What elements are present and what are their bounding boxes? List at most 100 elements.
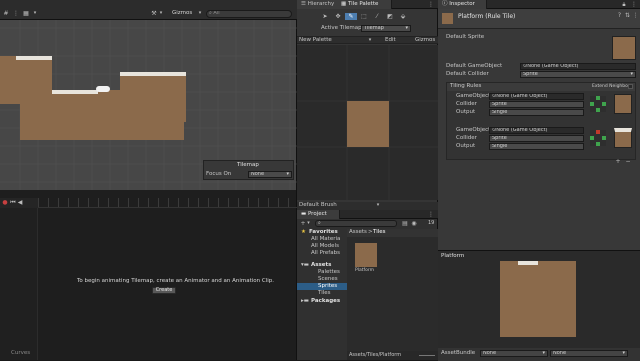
inspector-tab-bar: ⓘ Inspector 🔒︎ ⋮ xyxy=(438,0,640,9)
default-sprite-field[interactable] xyxy=(612,36,636,60)
active-tilemap-dropdown[interactable]: Tilemap ▾ xyxy=(361,25,411,32)
project-toolbar: + ▾ ⌕ ▤ ◉ 19 xyxy=(297,220,438,228)
rule-output-dropdown[interactable]: Single xyxy=(489,109,584,116)
rule-sprite-field[interactable] xyxy=(614,128,632,148)
chevron-down-icon[interactable]: ▾ xyxy=(367,37,373,44)
tab-tile-palette[interactable]: ▦ Tile Palette xyxy=(337,0,392,9)
rule-gameobject-field[interactable]: ⊙None (Game Object) xyxy=(489,93,584,100)
tree-packages[interactable]: Packages xyxy=(311,298,340,305)
eye-icon[interactable]: ◉ xyxy=(410,220,418,227)
tree-folder-scenes[interactable]: Scenes xyxy=(318,276,338,283)
palette-gizmos-button[interactable]: Gizmos xyxy=(415,37,435,44)
tree-favorite-item[interactable]: All Prefabs xyxy=(311,250,340,257)
tree-favorite-item[interactable]: All Models xyxy=(311,243,339,250)
tree-favorites[interactable]: Favorites xyxy=(309,229,338,236)
animation-left-pane xyxy=(0,208,38,360)
brush-tool-icon[interactable]: ✎ xyxy=(345,13,357,20)
search-icon: ⌕ xyxy=(318,220,321,226)
gizmos-button[interactable]: Gizmos xyxy=(172,10,192,17)
record-icon[interactable]: ● xyxy=(2,199,8,206)
scene-view[interactable]: # ⋮ ▦ ▾ ⚒ ▾ Gizmos ▾ ⌕ All Tilemap Focus… xyxy=(0,0,297,190)
snap-icon[interactable]: ⋮ xyxy=(12,10,20,17)
eraser-tool-icon[interactable]: ◩ xyxy=(384,13,396,20)
rule-neighbor-grid[interactable] xyxy=(590,130,606,146)
chevron-down-icon: ▾ xyxy=(542,350,545,356)
tab-inspector[interactable]: ⓘ Inspector xyxy=(438,0,487,9)
default-gameobject-field[interactable]: ⊙None (Game Object) xyxy=(520,63,636,70)
lock-icon[interactable]: 🔒︎ xyxy=(620,1,628,8)
project-tree: ★ Favorites All Materia All Models All P… xyxy=(297,229,347,351)
platform-right-upper xyxy=(120,72,186,122)
rule-sprite-field[interactable] xyxy=(614,94,632,114)
rule-output-dropdown[interactable]: Single xyxy=(489,143,584,150)
cross-up-icon xyxy=(596,130,600,134)
tree-favorite-item[interactable]: All Materia xyxy=(311,236,340,243)
rule-collider-dropdown[interactable]: Sprite xyxy=(489,101,584,108)
default-collider-label: Default Collider xyxy=(446,71,489,77)
tiling-rules-box: Tiling Rules Extend Neighbor GameObject … xyxy=(446,82,636,160)
picker-tool-icon[interactable]: ⁄ xyxy=(371,13,383,20)
focus-on-dropdown[interactable]: None ▾ xyxy=(248,171,292,178)
box-fill-tool-icon[interactable]: ⬚ xyxy=(358,13,370,20)
tree-assets[interactable]: Assets xyxy=(311,262,331,269)
brush-dropdown[interactable]: Default Brush xyxy=(299,202,337,209)
grid-toggle-icon[interactable]: # xyxy=(2,10,10,17)
assetbundle-dropdown[interactable]: None ▾ xyxy=(480,350,548,357)
project-search-input[interactable]: ⌕ xyxy=(315,220,397,227)
chevron-down-icon[interactable]: ▾ xyxy=(31,10,39,17)
platform-left-upper xyxy=(0,56,52,90)
add-rule-icon[interactable]: + xyxy=(614,158,622,165)
rule-neighbor-grid[interactable] xyxy=(590,96,606,112)
rule-collider-label: Collider xyxy=(456,135,477,141)
tiling-rules-title: Tiling Rules xyxy=(450,83,482,89)
chevron-down-icon: ▾ xyxy=(630,71,633,77)
curves-tab[interactable]: Curves xyxy=(11,350,30,357)
more-options-icon[interactable]: ⋮ xyxy=(630,1,638,8)
platform-snow-cap xyxy=(52,90,98,94)
tree-folder-sprites[interactable]: Sprites xyxy=(318,283,337,290)
chevron-down-icon[interactable]: ▾ xyxy=(158,10,164,17)
help-icon[interactable]: ? xyxy=(616,12,623,19)
tools-icon[interactable]: ⚒ xyxy=(150,10,158,17)
palette-grid[interactable] xyxy=(297,45,438,200)
animation-timeline-ruler[interactable] xyxy=(38,198,297,208)
palette-dropdown[interactable]: New Palette xyxy=(299,37,332,44)
tree-folder-tiles[interactable]: Tiles xyxy=(318,290,331,297)
tree-folder-palettes[interactable]: Palettes xyxy=(318,269,340,276)
extend-neighbor-checkbox[interactable] xyxy=(628,84,633,89)
more-options-icon[interactable]: ⋮ xyxy=(632,12,639,19)
rule-gameobject-field[interactable]: ⊙None (Game Object) xyxy=(489,127,584,134)
default-collider-dropdown[interactable]: Sprite ▾ xyxy=(520,71,636,78)
chevron-down-icon[interactable]: ▾ xyxy=(306,220,311,227)
grid-dropdown-icon[interactable]: ▦ xyxy=(22,10,30,17)
breadcrumb: Assets > Tiles xyxy=(347,229,438,237)
breadcrumb-current[interactable]: Tiles xyxy=(373,229,386,236)
remove-rule-icon[interactable]: − xyxy=(624,158,632,165)
more-options-icon[interactable]: ⋮ xyxy=(427,211,435,218)
create-animation-button[interactable]: Create xyxy=(152,287,176,294)
move-tool-icon[interactable]: ✥ xyxy=(332,13,344,20)
breadcrumb-root[interactable]: Assets xyxy=(349,229,367,236)
scene-search-input[interactable]: ⌕ All xyxy=(206,10,292,18)
fill-tool-icon[interactable]: ⬙ xyxy=(397,13,409,20)
more-options-icon[interactable]: ⋮ xyxy=(427,1,435,8)
edit-button[interactable]: Edit xyxy=(385,37,396,44)
asset-thumbnail-platform[interactable] xyxy=(355,243,377,267)
prev-frame-icon[interactable]: ◀ xyxy=(17,199,23,206)
filter-icon[interactable]: ▤ xyxy=(401,220,409,227)
chevron-down-icon[interactable]: ▾ xyxy=(197,10,203,17)
scene-toolbar: # ⋮ ▦ ▾ ⚒ ▾ Gizmos ▾ ⌕ All xyxy=(0,0,297,20)
assetbundle-variant-dropdown[interactable]: None ▾ xyxy=(550,350,628,357)
select-tool-icon[interactable]: ➤ xyxy=(319,13,331,20)
brush-bar: Default Brush ▾ xyxy=(297,202,438,210)
thumbnail-size-slider[interactable] xyxy=(419,355,435,356)
active-tilemap-label: Active Tilemap xyxy=(321,25,362,31)
tab-project[interactable]: ▬ Project xyxy=(297,210,340,219)
rule-collider-dropdown[interactable]: Sprite xyxy=(489,135,584,142)
chevron-down-icon[interactable]: ▾ xyxy=(375,202,381,209)
preset-icon[interactable]: ⇅ xyxy=(624,12,631,19)
palette-tile-platform[interactable] xyxy=(347,101,389,147)
inspector-title: Platform (Rule Tile) xyxy=(458,13,516,20)
asset-label-platform[interactable]: Platform xyxy=(355,267,374,274)
first-frame-icon[interactable]: ⏮ xyxy=(10,199,16,206)
